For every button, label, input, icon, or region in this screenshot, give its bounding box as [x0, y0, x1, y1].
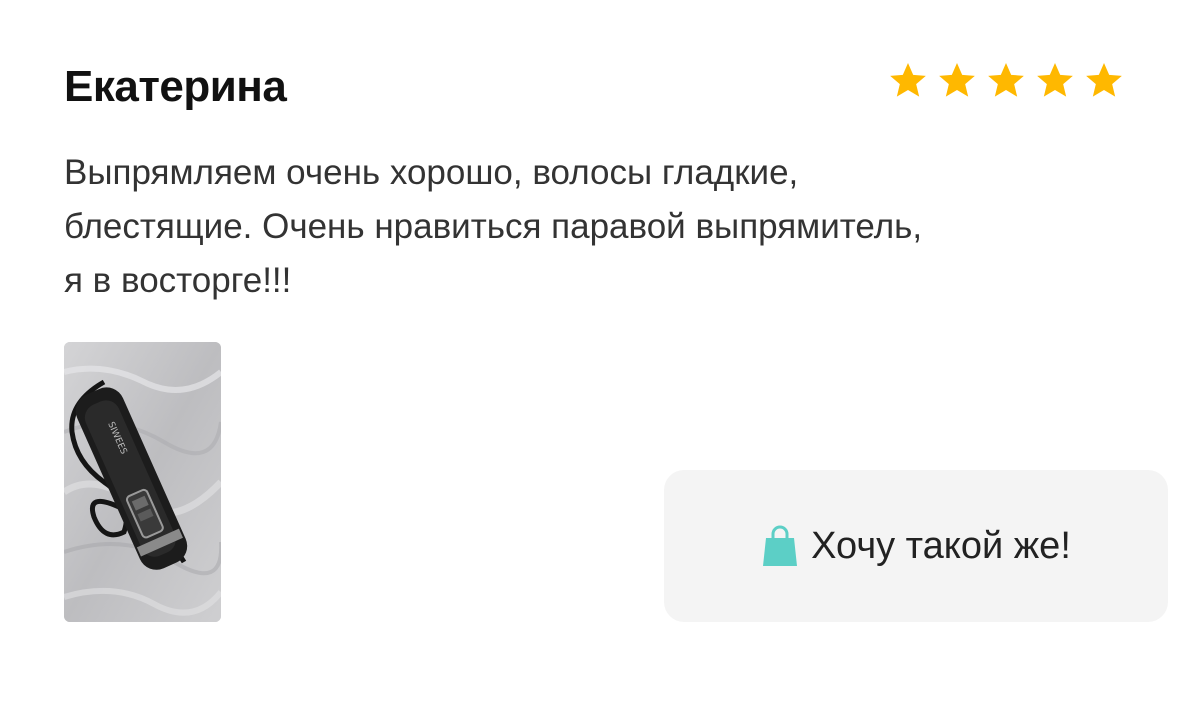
want-same-button[interactable]: Хочу такой же!: [664, 470, 1168, 622]
star-icon: [1084, 60, 1124, 100]
review-text-line: я в восторге!!!: [64, 261, 292, 300]
review-photo[interactable]: SIWEES: [64, 342, 221, 622]
star-icon: [937, 60, 977, 100]
rating-stars: [888, 60, 1124, 100]
star-icon: [986, 60, 1026, 100]
star-icon: [888, 60, 928, 100]
star-icon: [1035, 60, 1075, 100]
review-card: Екатерина Выпрямляем очень хорошо, волос…: [0, 0, 1204, 716]
shopping-bag-icon: [761, 524, 799, 568]
review-text-line: блестящие. Очень нравиться паравой выпря…: [64, 207, 923, 246]
want-same-label: Хочу такой же!: [811, 524, 1071, 567]
review-text: Выпрямляем очень хорошо, волосы гладкие,…: [64, 146, 1104, 308]
review-text-line: Выпрямляем очень хорошо, волосы гладкие,: [64, 153, 799, 192]
review-author: Екатерина: [64, 62, 287, 111]
